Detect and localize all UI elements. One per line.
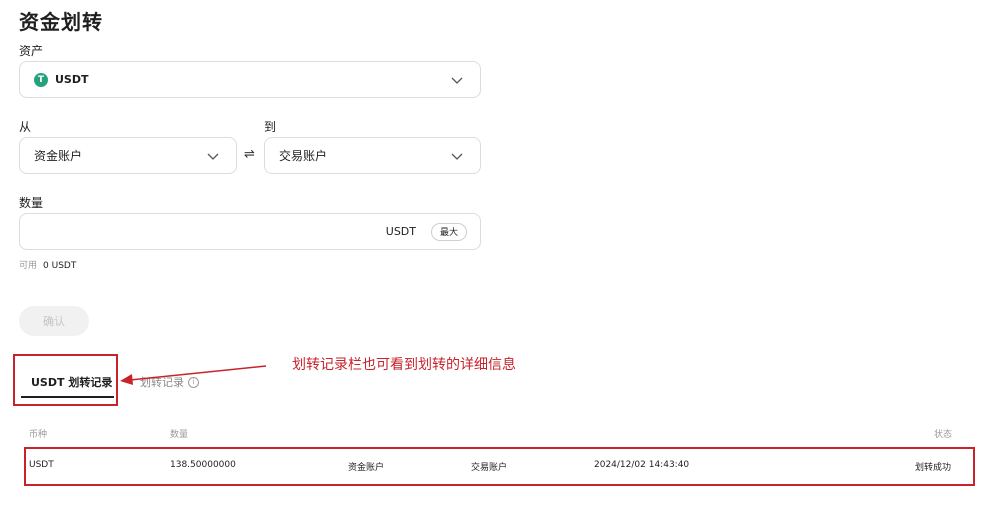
asset-label: 资产: [19, 44, 44, 58]
available-value: 0 USDT: [43, 261, 77, 271]
row-highlight-box: [24, 447, 975, 486]
available-balance: 可用 0 USDT: [19, 258, 76, 271]
amount-input[interactable]: [32, 222, 372, 242]
max-button[interactable]: 最大: [430, 223, 467, 241]
to-label: 到: [264, 120, 277, 134]
confirm-button[interactable]: 确认: [19, 306, 89, 336]
chevron-down-icon: [451, 153, 463, 160]
to-selected-value: 交易账户: [279, 149, 328, 163]
amount-field: USDT 最大: [19, 213, 481, 250]
from-label: 从: [19, 120, 32, 134]
annotation-text: 划转记录栏也可看到划转的详细信息: [292, 357, 516, 373]
available-label: 可用: [19, 261, 38, 271]
chevron-down-icon: [207, 153, 219, 160]
asset-selected-value: USDT: [55, 73, 89, 86]
amount-unit: USDT: [385, 225, 416, 238]
amount-label: 数量: [19, 196, 44, 210]
asset-select[interactable]: T USDT: [19, 61, 481, 98]
page-title: 资金划转: [19, 10, 103, 34]
swap-direction-icon[interactable]: ⇌: [244, 147, 255, 162]
tab-highlight-box: [13, 354, 118, 406]
column-header-coin: 币种: [29, 430, 48, 440]
column-header-status: 状态: [934, 430, 953, 440]
from-account-select[interactable]: 资金账户: [19, 137, 237, 174]
to-account-select[interactable]: 交易账户: [264, 137, 481, 174]
annotation-arrow-icon: [120, 365, 267, 385]
chevron-down-icon: [451, 77, 463, 84]
column-header-amount: 数量: [170, 430, 189, 440]
from-selected-value: 资金账户: [34, 149, 83, 163]
usdt-coin-icon: T: [34, 72, 48, 87]
